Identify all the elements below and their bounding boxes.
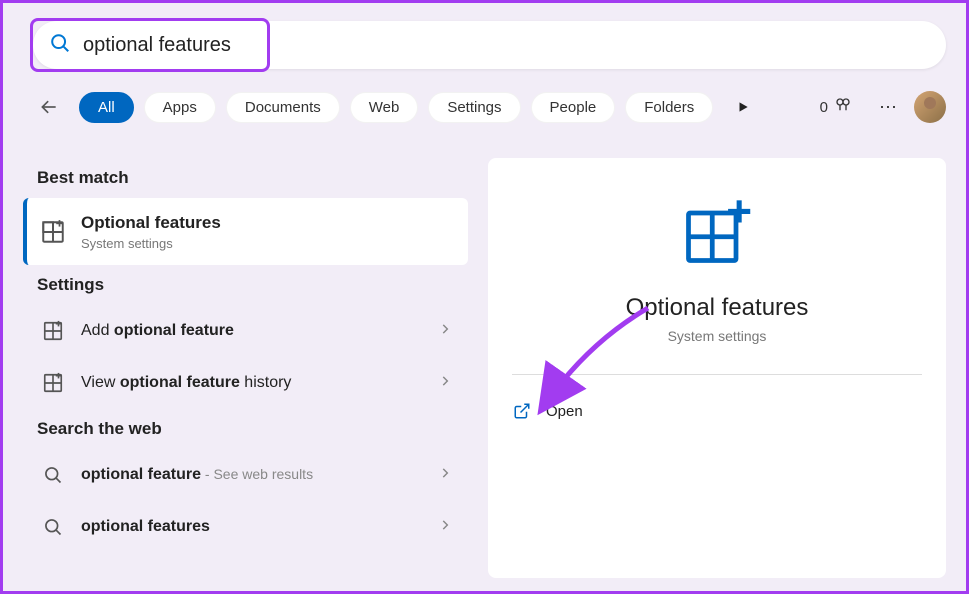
grid-plus-icon — [39, 369, 67, 397]
settings-result-label: View optional feature history — [81, 374, 424, 392]
web-result-2[interactable]: optional features — [23, 501, 468, 553]
rewards-button[interactable]: 0 — [810, 92, 862, 122]
open-external-icon — [512, 401, 532, 421]
section-settings: Settings — [23, 265, 468, 305]
user-avatar[interactable] — [914, 91, 946, 123]
search-icon — [49, 32, 71, 59]
filter-tab-web[interactable]: Web — [350, 92, 419, 123]
filter-tab-people[interactable]: People — [531, 92, 616, 123]
filter-more-button[interactable] — [729, 93, 757, 121]
settings-result-view-history[interactable]: View optional feature history — [23, 357, 468, 409]
rewards-count: 0 — [820, 99, 828, 116]
chevron-right-icon — [438, 322, 452, 341]
chevron-right-icon — [438, 374, 452, 393]
settings-result-add[interactable]: Add optional feature — [23, 305, 468, 357]
search-bar[interactable] — [33, 21, 946, 69]
preview-app-icon — [512, 194, 922, 270]
filter-tab-folders[interactable]: Folders — [625, 92, 713, 123]
search-input[interactable] — [83, 34, 930, 57]
settings-result-label: Add optional feature — [81, 322, 424, 340]
preview-subtitle: System settings — [512, 328, 922, 344]
web-result-label: optional feature - See web results — [81, 466, 424, 484]
results-column: Best match Optional features System sett… — [23, 158, 468, 553]
best-match-title: Optional features — [81, 212, 452, 234]
web-result-1[interactable]: optional feature - See web results — [23, 449, 468, 501]
optional-features-icon — [39, 218, 67, 246]
search-icon — [39, 513, 67, 541]
preview-panel: Optional features System settings Open — [488, 158, 946, 578]
open-action-label: Open — [546, 403, 583, 420]
back-button[interactable] — [33, 91, 65, 123]
filter-tab-apps[interactable]: Apps — [144, 92, 216, 123]
more-menu-button[interactable]: ⋯ — [872, 91, 904, 123]
filter-tab-all[interactable]: All — [79, 92, 134, 123]
filter-tab-documents[interactable]: Documents — [226, 92, 340, 123]
open-action[interactable]: Open — [512, 393, 922, 429]
section-best-match: Best match — [23, 158, 468, 198]
preview-title: Optional features — [512, 294, 922, 322]
section-search-web: Search the web — [23, 409, 468, 449]
rewards-icon — [834, 96, 852, 118]
filter-tabs-row: All Apps Documents Web Settings People F… — [33, 91, 946, 123]
search-icon — [39, 461, 67, 489]
chevron-right-icon — [438, 518, 452, 537]
preview-divider — [512, 374, 922, 375]
filter-tab-settings[interactable]: Settings — [428, 92, 520, 123]
best-match-result[interactable]: Optional features System settings — [23, 198, 468, 265]
grid-plus-icon — [39, 317, 67, 345]
best-match-subtitle: System settings — [81, 236, 452, 251]
web-result-label: optional features — [81, 518, 424, 536]
chevron-right-icon — [438, 466, 452, 485]
